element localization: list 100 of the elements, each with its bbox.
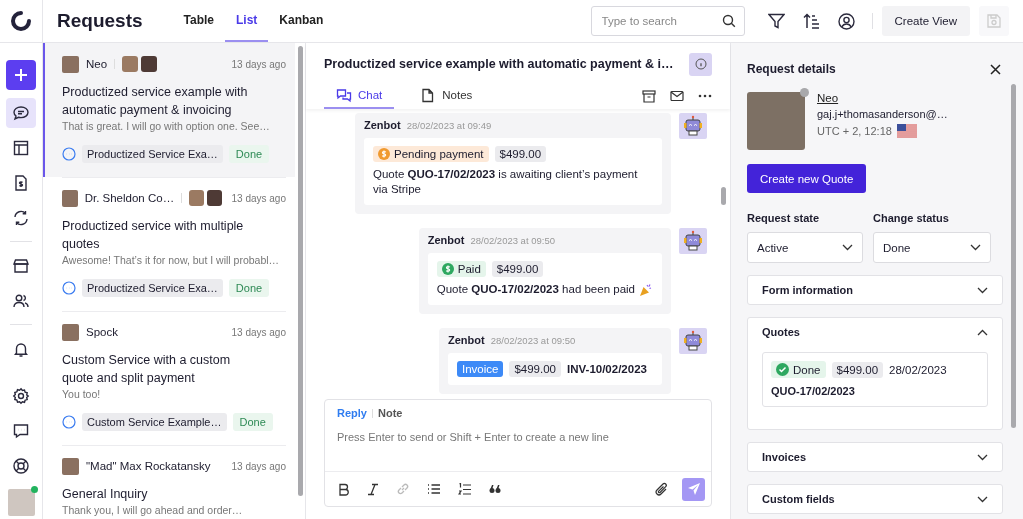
message-preview: Awesome! That’s it for now, but I will probabl… [62,253,281,268]
amount-tag: $499.00 [831,361,884,378]
message-author: Zenbot [364,119,401,131]
section-header[interactable]: Form information [748,276,1002,304]
info-icon [694,58,707,70]
more-options-icon[interactable] [62,147,76,161]
message-time: 28/02/2023 at 09:49 [406,120,492,131]
requester-name: "Mad" Max Rockatansky [86,460,211,472]
message-preview: Thank you, I will go ahead and order… [62,503,244,518]
dollar-coin-icon [378,148,390,160]
chat-icon [336,87,352,103]
avatar [62,323,79,341]
service-tag: Productized Service Exa… [82,145,223,163]
requester-name: Spock [86,326,118,338]
payment-badge: Invoice [457,361,504,377]
conversation-title: Productized service example with automatic payment & i… [324,57,675,71]
request-item[interactable]: Spock 13 days ago Custom Service with a custom quote and split payment You too! Custom Service Example… Done [43,311,295,445]
sync-icon [12,208,30,227]
timestamp: 13 days ago [231,326,286,338]
invoice-icon [12,173,30,192]
italic-icon[interactable] [367,482,379,496]
status-badge: Done [771,361,826,378]
composer-mode-tab[interactable]: Note [377,407,403,419]
section-header[interactable]: Invoices [748,443,1002,471]
message-preview: You too! [62,387,102,402]
section-header[interactable]: Custom fields [748,485,1002,513]
quote-icon[interactable] [489,484,501,494]
amount-tag: $499.00 [509,361,561,377]
avatar [62,55,79,73]
status-badge: Done [232,413,273,431]
requester-name: Dr. Sheldon Co… [84,192,175,204]
attachment-icon[interactable] [655,481,669,497]
avatar [62,189,78,207]
save-icon [986,13,1002,29]
page-title: Requests [57,10,143,32]
scrollbar-thumb[interactable] [721,187,726,205]
archive-icon[interactable] [642,89,656,103]
filter-icon[interactable] [767,13,785,29]
composer-mode-tab[interactable]: Reply [337,407,367,419]
chat-nav-button[interactable] [6,97,36,128]
view-tab[interactable]: Kanban [268,0,335,42]
scrollbar-thumb[interactable] [297,46,303,496]
logo-icon [10,10,32,32]
conversation-tab[interactable]: Notes [408,83,485,109]
status-badge: Done [228,145,270,163]
sort-icon[interactable] [802,13,820,29]
quote-card[interactable]: Done $499.00 28/02/2023 QUO-17/02/2023 [762,352,988,407]
chat-icon [12,103,30,122]
bullet-list-icon[interactable] [427,483,441,495]
create-view-button[interactable]: Create View [881,6,970,36]
contact-name-link[interactable]: Neo [817,92,948,104]
dropdown[interactable]: Active [747,232,863,263]
service-tag: Productized Service Exa… [82,279,223,297]
more-icon[interactable] [698,94,712,98]
mail-icon[interactable] [670,90,684,102]
close-icon[interactable] [990,63,1001,75]
send-icon [686,482,701,496]
add-button[interactable] [6,60,36,90]
bold-icon[interactable] [338,482,350,496]
reply-box[interactable]: Reply Note Press Enter to send or Shift + Enter to create a new line [324,399,712,507]
request-title: Custom Service with a custom quote and split payment [62,352,232,387]
field-label: Change status [873,212,950,224]
numbered-list-icon[interactable] [458,482,472,496]
request-item[interactable]: Dr. Sheldon Co… 13 days ago Productized service with multiple quotes Awesome! That’s it for now, but I will probabl… Productized Service Exa… Done [43,177,295,311]
field-label: Request state [747,212,821,224]
amount-tag: $499.00 [494,146,547,162]
invoice-number: INV-10/02/2023 [567,363,647,375]
scrollbar-thumb[interactable] [1010,84,1016,428]
payment-badge: Pending payment [373,146,489,162]
assignee-avatar [206,190,222,206]
requester-name: Neo [86,58,108,70]
contact-email: gaj.j+thomasanderson@… [817,108,948,120]
dollar-coin-icon [441,263,454,275]
search-field[interactable]: Type to search [590,6,745,36]
conversation-tab[interactable]: Chat [324,83,395,109]
chevron-down-icon [970,244,981,251]
gear-icon [12,386,30,405]
layout-icon [12,138,30,157]
section-header[interactable]: Quotes [748,318,1002,346]
local-time: UTC + 2, 12:18 [817,125,892,137]
message-text: Quote QUO-17/02/2023 had been paid [436,282,635,297]
amount-tag: $499.00 [491,261,544,277]
timestamp: 13 days ago [231,460,286,472]
quote-date: 28/02/2023 [889,363,947,376]
timestamp: 13 days ago [231,58,286,70]
more-options-icon[interactable] [62,415,76,429]
more-options-icon[interactable] [62,281,76,295]
chevron-down-icon [977,286,988,294]
chevron-down-icon [977,453,988,461]
request-item[interactable]: Neo 13 days ago Productized service example with automatic payment & invoicing That is great. I will go with option one. See… Productized Service Exa… Done [43,43,295,177]
message-preview: That is great. I will go with option one. See… [62,119,271,134]
create-quote-button[interactable]: Create new Quote [747,164,867,193]
user-circle-icon[interactable] [837,12,855,30]
status-badge: Done [228,279,270,297]
request-item[interactable]: "Mad" Max Rockatansky 13 days ago General Inquiry Thank you, I will go ahead and order… [43,445,295,519]
view-tab[interactable]: Table [172,0,225,42]
robot-avatar-icon [679,328,707,354]
panel-title: Request details [747,62,836,76]
info-button[interactable] [689,52,712,76]
dropdown[interactable]: Done [873,232,991,263]
